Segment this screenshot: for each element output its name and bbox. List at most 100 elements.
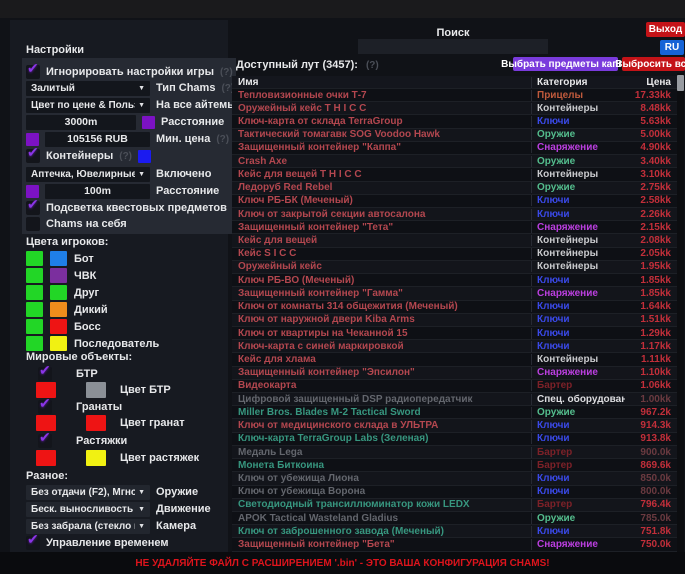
player-color-swatch-1[interactable]	[26, 285, 43, 300]
player-color-swatch-2[interactable]	[50, 336, 67, 351]
table-row[interactable]: Защищенный контейнер "Гамма"Снаряжение1.…	[232, 287, 677, 300]
table-row[interactable]: Кейс для хламаКонтейнеры1.11kk	[232, 353, 677, 366]
table-row[interactable]: Тактический томагавк SOG Voodoo HawkОруж…	[232, 129, 677, 142]
table-row[interactable]: Ледоруб Red RebelОружие2.75kk	[232, 182, 677, 195]
distance-color-swatch[interactable]	[142, 116, 155, 129]
grenades-checkbox[interactable]: ✔	[38, 400, 52, 414]
table-row[interactable]: Цифровой защищенный DSP радиопередатчикС…	[232, 393, 677, 406]
table-row[interactable]: Ключ от убежища ЛионаКлючи850.0k	[232, 472, 677, 485]
search-input[interactable]	[358, 39, 548, 54]
all-items-dropdown[interactable]: Цвет по цене & Пользователь ▼	[26, 98, 150, 113]
all-items-label: На все айтемы	[156, 99, 237, 111]
player-color-swatch-2[interactable]	[50, 285, 67, 300]
table-row[interactable]: APOK Tactical Wasteland GladiusОружие785…	[232, 512, 677, 525]
table-row[interactable]: ВидеокартаБартер1.06kk	[232, 380, 677, 393]
chams-type-label: Тип Chams	[156, 82, 215, 94]
table-row[interactable]: Ключ от заброшенного завода (Меченый)Клю…	[232, 525, 677, 538]
table-row[interactable]: Ключ-карта с синей маркировкойКлючи1.17k…	[232, 340, 677, 353]
table-row[interactable]: Защищенный контейнер "Бета"Снаряжение750…	[232, 538, 677, 551]
drop-all-button[interactable]: Выбросить все	[622, 57, 685, 71]
player-color-swatch-1[interactable]	[26, 302, 43, 317]
item-category: Оружие	[531, 407, 625, 418]
tripwire-color-swatch-1[interactable]	[36, 450, 56, 466]
camera-dropdown[interactable]: Без забрала (стекло шлема) ▼	[26, 519, 150, 534]
column-header-price[interactable]: Цена	[625, 77, 677, 88]
table-row[interactable]: Ключ от квартиры на Чеканной 15Ключи1.29…	[232, 327, 677, 340]
movement-dropdown[interactable]: Беск. выносливость и нет уста ▼	[26, 502, 150, 517]
table-row[interactable]: Miller Bros. Blades M-2 Tactical SwordОр…	[232, 406, 677, 419]
table-row[interactable]: Монета БиткоинаБартер869.6k	[232, 459, 677, 472]
table-row[interactable]: Ключ-карта TerraGroup Labs (Зеленая)Ключ…	[232, 433, 677, 446]
help-hint[interactable]: (?)	[366, 60, 379, 71]
self-chams-checkbox[interactable]	[26, 217, 40, 231]
loot-distance-input[interactable]: 100m	[45, 184, 150, 199]
item-category: Контейнеры	[531, 103, 625, 114]
item-category: Снаряжение	[531, 367, 625, 378]
table-row[interactable]: Ключ от наружной двери Kiba ArmsКлючи1.5…	[232, 314, 677, 327]
table-row[interactable]: Тепловизионные очки Т-7Прицелы17.33kk	[232, 89, 677, 102]
table-row[interactable]: Оружейный кейсКонтейнеры1.95kk	[232, 261, 677, 274]
help-hint[interactable]: (?)	[119, 151, 132, 162]
check-icon: ✔	[27, 531, 39, 548]
item-price: 1.29kk	[625, 328, 677, 339]
btr-checkbox[interactable]: ✔	[38, 367, 52, 381]
table-row[interactable]: Кейс S I C CКонтейнеры2.05kk	[232, 248, 677, 261]
weapon-dropdown[interactable]: Без отдачи (F2), Мгновенное п ▼	[26, 485, 150, 500]
containers-checkbox[interactable]: ✔	[26, 149, 40, 163]
loot-types-value: Аптечка, Ювелирные и...	[31, 169, 135, 180]
player-color-row: Босс	[26, 318, 159, 335]
min-price-row: 105156 RUB Мин. цена (?)	[26, 131, 229, 147]
table-row[interactable]: Защищенный контейнер "Эпсилон"Снаряжение…	[232, 367, 677, 380]
player-color-swatch-1[interactable]	[26, 268, 43, 283]
table-row[interactable]: Ключ РБ-БК (Меченый)Ключи2.58kk	[232, 195, 677, 208]
chams-type-dropdown[interactable]: Залитый ▼	[26, 81, 150, 96]
table-row[interactable]: Оружейный кейс T H I C CКонтейнеры8.48kk	[232, 102, 677, 115]
chevron-down-icon: ▼	[138, 102, 145, 109]
loot-types-dropdown[interactable]: Аптечка, Ювелирные и... ▼	[26, 167, 150, 182]
ignore-game-settings-checkbox[interactable]: ✔	[26, 65, 40, 79]
help-hint[interactable]: (?)	[220, 67, 233, 78]
tripwire-color-swatch-2[interactable]	[86, 450, 106, 466]
player-color-swatch-2[interactable]	[50, 319, 67, 334]
grenade-color-swatch-2[interactable]	[86, 415, 106, 431]
table-row[interactable]: Светодиодный трансиллюминатор кожи LEDXБ…	[232, 499, 677, 512]
language-button[interactable]: RU	[660, 40, 684, 55]
distance-input[interactable]: 3000m	[26, 115, 136, 130]
player-color-swatch-1[interactable]	[26, 251, 43, 266]
weapon-row: Без отдачи (F2), Мгновенное п ▼ Оружие	[26, 484, 198, 500]
column-header-name[interactable]: Имя	[232, 77, 531, 88]
item-category: Снаряжение	[531, 222, 625, 233]
table-row[interactable]: Ключ от закрытой секции автосалонаКлючи2…	[232, 208, 677, 221]
column-header-category[interactable]: Категория	[531, 77, 625, 88]
table-row[interactable]: Медаль LegaБартер900.0k	[232, 446, 677, 459]
time-control-checkbox[interactable]: ✔	[26, 536, 40, 550]
player-color-swatch-1[interactable]	[26, 336, 43, 351]
scrollbar-thumb[interactable]	[677, 75, 684, 91]
table-row[interactable]: Кейс для вещей T H I C CКонтейнеры3.10kk	[232, 168, 677, 181]
table-row[interactable]: Кейс для вещейКонтейнеры2.08kk	[232, 234, 677, 247]
btr-color-label: Цвет БТР	[120, 384, 171, 396]
quest-highlight-checkbox[interactable]: ✔	[26, 201, 40, 215]
player-color-swatch-2[interactable]	[50, 302, 67, 317]
table-scrollbar[interactable]	[677, 73, 684, 552]
player-color-swatch-2[interactable]	[50, 268, 67, 283]
select-kappa-items-button[interactable]: Выбрать предметы каппа	[513, 57, 618, 71]
item-price: 1.06kk	[625, 380, 677, 391]
table-row[interactable]: Защищенный контейнер "Каппа"Снаряжение4.…	[232, 142, 677, 155]
table-row[interactable]: Crash AxeОружие3.40kk	[232, 155, 677, 168]
table-row[interactable]: Ключ РБ-ВО (Меченый)Ключи1.85kk	[232, 274, 677, 287]
exit-button[interactable]: Выход	[646, 22, 685, 37]
btr-color-swatch-2[interactable]	[86, 382, 106, 398]
table-row[interactable]: Защищенный контейнер "Тета"Снаряжение2.1…	[232, 221, 677, 234]
table-row[interactable]: Ключ-карта от склада TerraGroupКлючи5.63…	[232, 115, 677, 128]
table-row[interactable]: Ключ от комнаты 314 общежития (Меченый)К…	[232, 301, 677, 314]
help-hint[interactable]: (?)	[216, 134, 229, 145]
player-color-swatch-1[interactable]	[26, 319, 43, 334]
config-warning-text: НЕ УДАЛЯЙТЕ ФАЙЛ С РАСШИРЕНИЕМ '.bin' - …	[135, 558, 549, 569]
table-row[interactable]: Ключ от медицинского склада в УЛЬТРАКлюч…	[232, 419, 677, 432]
tripwires-checkbox[interactable]: ✔	[38, 434, 52, 448]
player-color-swatch-2[interactable]	[50, 251, 67, 266]
min-price-input[interactable]: 105156 RUB	[45, 132, 150, 147]
containers-color-swatch[interactable]	[138, 150, 151, 163]
table-row[interactable]: Ключ от убежища ВоронаКлючи800.0k	[232, 486, 677, 499]
